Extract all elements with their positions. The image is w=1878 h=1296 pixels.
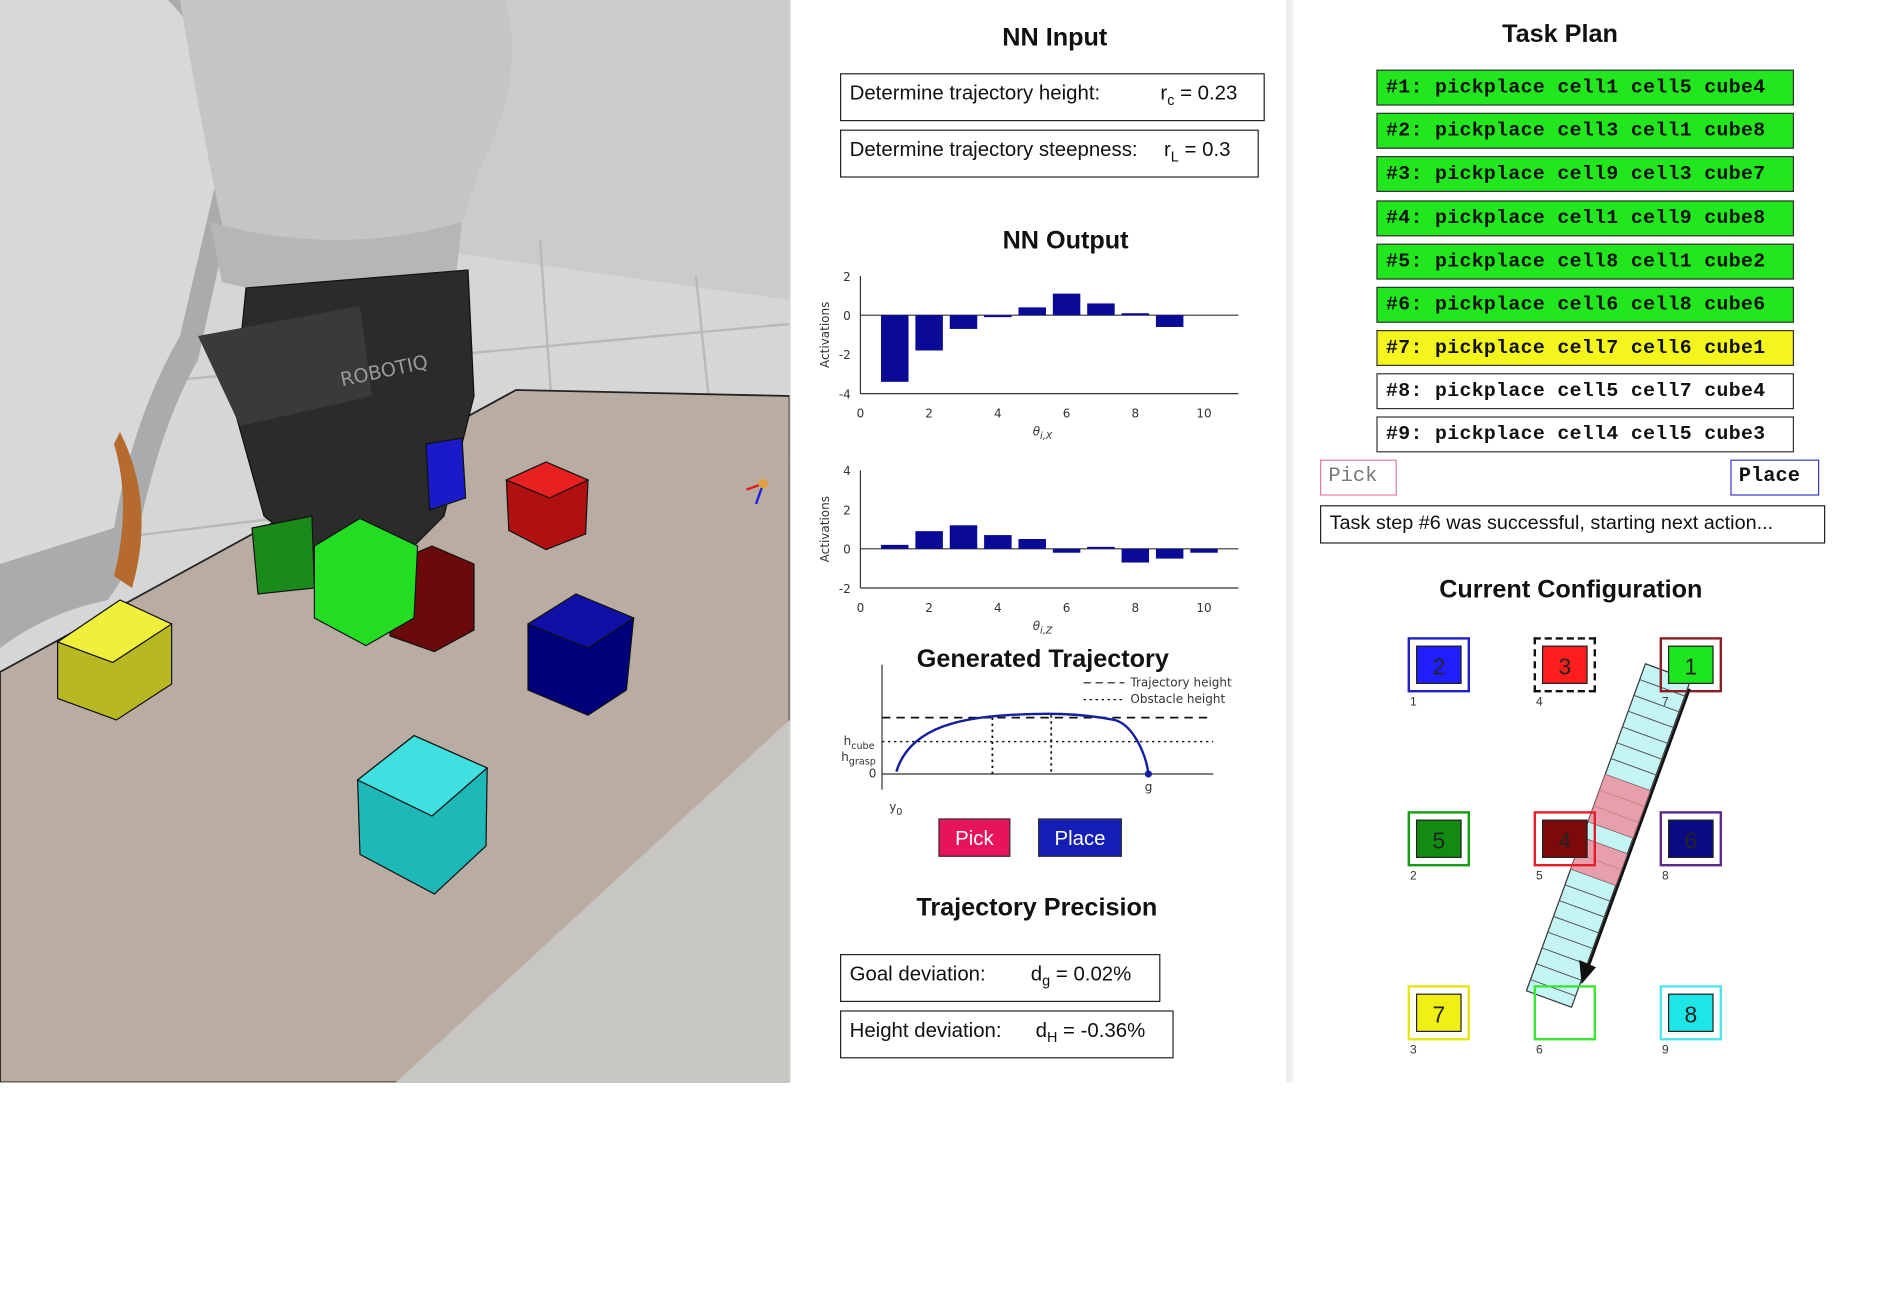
task-plan-panel: Task Plan #1: pickplace cell1 cell5 cube… <box>1293 0 1878 1083</box>
y-tick-label: -4 <box>839 387 851 401</box>
dg-value: = 0.02% <box>1055 962 1132 986</box>
trajectory-end-label: g <box>1145 780 1153 794</box>
y-axis-label: Activations <box>818 302 832 368</box>
bar-8 <box>1121 313 1150 316</box>
trajectory-steepness-box: Determine trajectory steepness: rL = 0.3 <box>840 129 1259 178</box>
rl-symbol: r <box>1164 138 1171 161</box>
bar-5 <box>1018 307 1046 316</box>
bar-2 <box>915 315 943 351</box>
x-tick-label: 2 <box>925 601 933 615</box>
trajectory-zero-label: 0 <box>869 767 877 781</box>
bar-5 <box>1018 539 1046 549</box>
y-tick-label: 2 <box>843 503 851 517</box>
neural-network-panel: NN Input Determine trajectory height: rc… <box>789 0 1288 1083</box>
dg-subscript: g <box>1042 972 1051 990</box>
bar-6 <box>1052 548 1081 553</box>
pick-legend-button[interactable]: Pick <box>938 818 1011 857</box>
y-axis-label: Activations <box>818 496 832 562</box>
legend-trajectory-label: Trajectory height <box>1129 675 1232 689</box>
dh-subscript: H <box>1046 1028 1058 1046</box>
trajectory-steepness-label: Determine trajectory steepness: <box>849 138 1138 161</box>
x-tick-label: 0 <box>857 407 865 421</box>
dh-symbol: d <box>1035 1018 1047 1042</box>
bar-3 <box>949 525 978 549</box>
y-tick-label: 0 <box>843 543 851 557</box>
simulation-viewport[interactable]: ROBOTIQ <box>0 0 790 1083</box>
trajectory-end-point <box>1144 770 1152 778</box>
bar-1 <box>881 315 909 382</box>
x-axis-label: θi,X <box>1033 425 1053 443</box>
trajectory-height-box: Determine trajectory height: rc = 0.23 <box>840 73 1265 122</box>
x-axis-subscript: i,Z <box>1040 626 1053 637</box>
bar-9 <box>1155 315 1184 327</box>
x-tick-label: 6 <box>1063 601 1071 615</box>
x-tick-label: 10 <box>1196 601 1211 615</box>
bar-2 <box>915 531 943 549</box>
motion-arrow-head <box>1579 960 1597 985</box>
y0-symbol: y <box>889 800 896 814</box>
rc-value: = 0.23 <box>1180 81 1238 105</box>
bar-7 <box>1087 546 1115 549</box>
x-tick-label: 8 <box>1131 601 1139 615</box>
trajectory-plot: Trajectory height Obstacle height hcube … <box>841 664 1232 818</box>
place-legend-button[interactable]: Place <box>1038 818 1122 857</box>
trajectory-curve <box>895 712 1150 775</box>
rc-subscript: c <box>1167 91 1175 109</box>
bar-9 <box>1155 548 1184 559</box>
y-tick-label: -2 <box>839 582 851 596</box>
goal-deviation-label: Goal deviation: <box>849 962 986 986</box>
configuration-grid: 2 1 3 4 1 7 5 2 4 5 6 8 7 3 6 8 9 <box>1294 0 1878 1082</box>
bar-1 <box>881 544 909 549</box>
y-tick-label: 4 <box>843 464 851 478</box>
legend-obstacle-label: Obstacle height <box>1130 692 1225 706</box>
panel-divider <box>1286 0 1294 1083</box>
nn-output-title: NN Output <box>1002 226 1129 255</box>
motion-arrow <box>1579 688 1691 985</box>
trajectory-precision-title: Trajectory Precision <box>916 894 1158 922</box>
rl-value: = 0.3 <box>1184 138 1231 161</box>
svg-text:y0: y0 <box>889 800 902 818</box>
y-tick-label: 0 <box>843 309 851 323</box>
x-tick-label: 2 <box>925 407 933 421</box>
height-deviation-box: Height deviation: dH = -0.36% <box>840 1010 1174 1059</box>
trajectory-height-label: Determine trajectory height: <box>849 81 1101 105</box>
y-tick-label: 2 <box>843 270 851 284</box>
x-tick-label: 8 <box>1131 407 1139 421</box>
rl-subscript: L <box>1170 148 1179 165</box>
y0-subscript: 0 <box>896 807 902 818</box>
h-cube-symbol: h <box>844 734 852 748</box>
height-deviation-label: Height deviation: <box>849 1018 1002 1042</box>
x-axis-label: θi,Z <box>1033 619 1053 637</box>
svg-text:hgrasp: hgrasp <box>841 750 876 768</box>
x-tick-label: 10 <box>1196 407 1211 421</box>
x-axis-subscript: i,X <box>1040 431 1053 442</box>
x-tick-label: 6 <box>1063 407 1071 421</box>
motion-arrow-line <box>1585 688 1691 973</box>
nn-input-title: NN Input <box>1002 24 1108 52</box>
bar-3 <box>949 315 978 329</box>
x-tick-label: 4 <box>994 407 1002 421</box>
robot-scene-illustration: ROBOTIQ <box>0 0 790 1083</box>
goal-deviation-box: Goal deviation: dg = 0.02% <box>840 954 1161 1003</box>
rc-symbol: r <box>1160 81 1168 105</box>
h-grasp-symbol: h <box>841 750 849 764</box>
bar-10 <box>1190 548 1218 553</box>
dh-value: = -0.36% <box>1063 1018 1146 1042</box>
nn-output-z-chart: 4 2 0 -2 0 2 4 6 8 10 Activations θi,Z <box>818 464 1239 637</box>
x-tick-label: 4 <box>994 601 1002 615</box>
bar-4 <box>984 315 1012 318</box>
y-tick-label: -2 <box>839 348 851 362</box>
nn-output-x-chart: 2 0 -2 -4 0 2 4 6 8 10 Activations θi,X <box>818 270 1239 443</box>
x-tick-label: 0 <box>857 601 865 615</box>
bar-4 <box>984 535 1012 549</box>
dg-symbol: d <box>1030 962 1043 986</box>
bar-6 <box>1052 293 1081 316</box>
h-cube-subscript: cube <box>851 741 874 752</box>
bar-8 <box>1121 548 1150 563</box>
bar-7 <box>1087 303 1115 316</box>
